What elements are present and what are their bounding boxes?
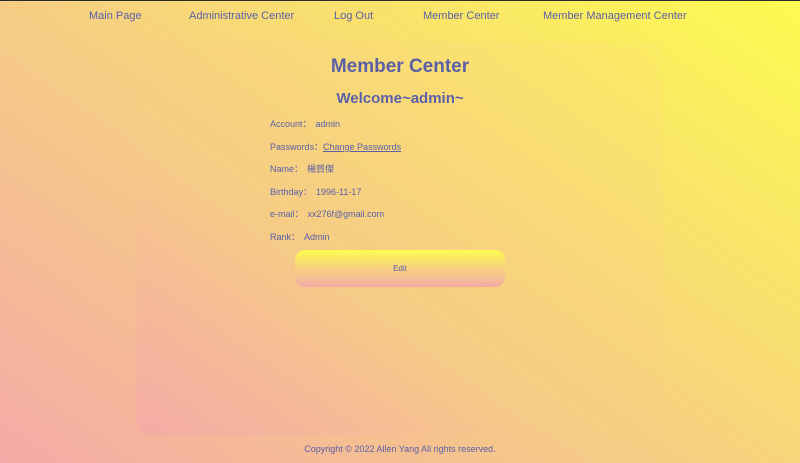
email-row: e-mail： xx276f@gmail.com: [270, 207, 384, 220]
edit-button[interactable]: Edit: [295, 250, 505, 287]
name-value: 楊賀傑: [307, 164, 335, 174]
rank-label: Rank：: [270, 232, 301, 242]
account-value: admin: [315, 119, 341, 129]
nav-member-center[interactable]: Member Center: [423, 10, 499, 22]
rank-value: Admin: [304, 232, 330, 242]
name-row: Name： 楊賀傑: [270, 162, 334, 175]
account-label: Account：: [270, 119, 312, 129]
page-title: Member Center: [330, 56, 470, 77]
password-label: Passwords：: [270, 142, 324, 152]
welcome-message: Welcome~admin~: [336, 90, 464, 107]
top-navigation: Main Page Administrative Center Log Out …: [0, 0, 800, 34]
change-password-link[interactable]: Change Passwords: [323, 142, 401, 152]
email-label: e-mail：: [270, 209, 304, 219]
birthday-row: Birthday： 1996-11-17: [270, 185, 361, 198]
nav-main-page[interactable]: Main Page: [89, 10, 142, 22]
birthday-value: 1996-11-17: [316, 187, 362, 197]
nav-member-management-center[interactable]: Member Management Center: [543, 10, 687, 22]
nav-administrative-center[interactable]: Administrative Center: [189, 10, 294, 22]
name-label: Name：: [270, 164, 304, 174]
password-row: Passwords：Change Passwords: [270, 140, 401, 153]
footer-copyright: Copyright © 2022 Allen Yang All rights r…: [304, 444, 496, 454]
birthday-label: Birthday：: [270, 187, 313, 197]
rank-row: Rank： Admin: [270, 230, 330, 243]
nav-log-out[interactable]: Log Out: [334, 10, 373, 22]
account-row: Account： admin: [270, 117, 340, 130]
email-value: xx276f@gmail.com: [307, 209, 385, 219]
